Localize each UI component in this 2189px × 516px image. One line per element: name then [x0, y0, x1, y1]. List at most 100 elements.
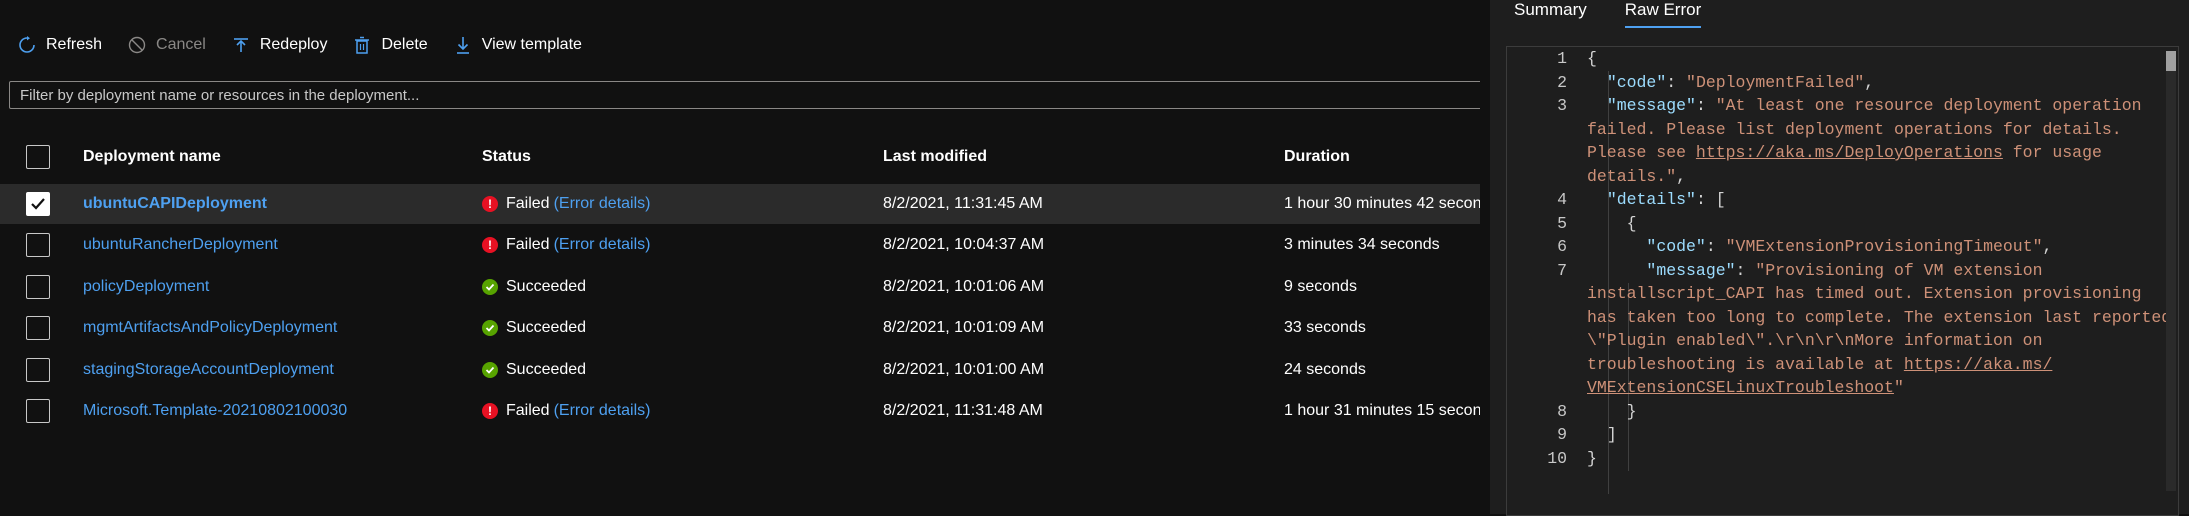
json-key: "message": [1646, 260, 1736, 280]
header-duration: Duration: [1284, 148, 1350, 165]
duration: 3 minutes 34 seconds: [1284, 236, 1440, 253]
scrollbar-thumb[interactable]: [2166, 51, 2176, 71]
table-row[interactable]: policyDeployment Succeeded 8/2/2021, 10:…: [0, 267, 1480, 307]
error-details-panel: Summary Raw Error 1 { 2 "code": "Deployme…: [1490, 0, 2189, 516]
cancel-label: Cancel: [156, 36, 206, 53]
status-cell: ! Failed (Error details): [482, 195, 650, 213]
success-check-icon: [482, 362, 498, 378]
line-number: 5: [1557, 213, 1567, 233]
deployment-name-link[interactable]: ubuntuRancherDeployment: [83, 236, 278, 254]
line-number: 10: [1547, 448, 1567, 468]
status-text: Succeeded: [506, 361, 587, 378]
refresh-label: Refresh: [46, 36, 103, 53]
status-text: Failed: [506, 195, 550, 212]
table-row[interactable]: mgmtArtifactsAndPolicyDeployment Succeed…: [0, 308, 1480, 348]
line-number: 6: [1557, 237, 1567, 256]
status-cell: Succeeded: [482, 278, 586, 296]
select-all-checkbox[interactable]: [26, 145, 50, 169]
last-modified: 8/2/2021, 10:04:37 AM: [883, 236, 1045, 253]
bracket: ]: [1606, 425, 1617, 444]
last-modified: 8/2/2021, 10:01:09 AM: [883, 319, 1045, 336]
delete-button[interactable]: Delete: [353, 36, 428, 54]
code-text: {: [1587, 212, 1637, 236]
tab-raw-error[interactable]: Raw Error: [1624, 0, 1701, 28]
json-value: installscript_CAPI has timed out. Extens…: [1587, 284, 2142, 303]
line-number: 7: [1557, 260, 1567, 280]
refresh-button[interactable]: Refresh: [18, 36, 102, 54]
row-checkbox[interactable]: [26, 233, 50, 257]
row-checkbox[interactable]: [26, 399, 50, 423]
error-icon: !: [482, 403, 498, 419]
download-icon: [456, 37, 469, 54]
view-template-label: View template: [481, 36, 582, 53]
table-header: Deployment name Status Last modified Dur…: [0, 145, 1480, 171]
url-link[interactable]: VMExtensionCSELinuxTroubleshoot: [1587, 378, 1894, 397]
redeploy-button[interactable]: Redeploy: [232, 36, 328, 54]
deployment-name-link[interactable]: mgmtArtifactsAndPolicyDeployment: [83, 319, 337, 337]
json-value: ": [1893, 378, 1904, 397]
redeploy-label: Redeploy: [259, 36, 328, 53]
duration: 24 seconds: [1284, 361, 1366, 378]
row-checkbox[interactable]: [26, 316, 50, 340]
row-checkbox[interactable]: [26, 358, 50, 382]
code-text: details.",: [1587, 166, 1687, 186]
code-text: {: [1587, 49, 1597, 68]
error-details-link[interactable]: (Error details): [554, 195, 651, 213]
status-cell: Succeeded: [482, 361, 586, 379]
refresh-icon: [19, 36, 35, 53]
view-template-button[interactable]: View template: [454, 36, 582, 54]
json-value: "VMExtensionProvisioningTimeout": [1725, 237, 2043, 256]
header-name: Deployment name: [83, 148, 221, 165]
code-text: "code": "DeploymentFailed",: [1606, 72, 1875, 92]
duration: 1 hour 31 minutes 15 seconds: [1284, 402, 1480, 419]
header-status: Status: [482, 148, 531, 165]
table-row[interactable]: ubuntuRancherDeployment ! Failed (Error …: [0, 225, 1480, 265]
code-text: "message": "Provisioning of VM extension: [1646, 260, 2043, 280]
panel-tabs: Summary Raw Error: [1514, 0, 1739, 30]
last-modified: 8/2/2021, 10:01:06 AM: [883, 278, 1045, 295]
status-cell: ! Failed (Error details): [482, 402, 650, 420]
code-text: troubleshooting is available at https://…: [1587, 353, 2052, 377]
last-modified: 8/2/2021, 11:31:45 AM: [883, 195, 1043, 212]
url-link[interactable]: https://aka.ms/DeployOperations: [1696, 143, 2003, 162]
json-editor[interactable]: 1 { 2 "code": "DeploymentFailed", 3 "mess…: [1506, 46, 2179, 516]
status-text: Succeeded: [506, 319, 587, 336]
line-number: 2: [1557, 72, 1567, 92]
error-details-link[interactable]: (Error details): [554, 236, 651, 254]
json-value: troubleshooting is available at: [1587, 354, 1904, 374]
deployment-name-link[interactable]: Microsoft.Template-20210802100030: [83, 402, 347, 420]
json-value: \"Plugin enabled\".\r\n\r\nMore informat…: [1587, 331, 2043, 350]
json-key: "message": [1606, 96, 1696, 115]
row-checkbox[interactable]: [26, 192, 50, 216]
status-cell: ! Failed (Error details): [482, 236, 650, 254]
tab-summary[interactable]: Summary: [1514, 0, 1587, 24]
trash-icon: [355, 36, 370, 54]
filter-input[interactable]: [9, 81, 1480, 109]
deployment-name-link[interactable]: stagingStorageAccountDeployment: [83, 361, 334, 379]
status-text: Failed: [506, 236, 550, 253]
cancel-button[interactable]: Cancel: [128, 36, 206, 54]
row-checkbox[interactable]: [26, 275, 50, 299]
error-details-link[interactable]: (Error details): [554, 402, 651, 420]
table-row[interactable]: ubuntuCAPIDeployment ! Failed (Error det…: [0, 184, 1480, 224]
status-cell: Succeeded: [482, 319, 586, 337]
editor-scrollbar[interactable]: [2166, 51, 2176, 491]
code-text: Please see https://aka.ms/DeployOperatio…: [1587, 141, 2102, 165]
status-text: Failed: [506, 402, 550, 419]
error-icon: !: [482, 196, 498, 212]
deployment-name-link[interactable]: policyDeployment: [83, 278, 209, 296]
json-value: failed. Please list deployment operation…: [1587, 119, 2122, 139]
deployments-pane: Refresh Cancel Redeploy Delete View temp…: [0, 0, 1480, 514]
status-text: Succeeded: [506, 278, 587, 295]
line-number: 1: [1557, 49, 1567, 68]
line-number: 4: [1557, 190, 1567, 209]
duration: 9 seconds: [1284, 278, 1357, 295]
toolbar: Refresh Cancel Redeploy Delete View temp…: [18, 30, 608, 60]
success-check-icon: [482, 320, 498, 336]
url-link[interactable]: https://aka.ms/: [1904, 355, 2053, 374]
code-text: ]: [1587, 423, 1617, 447]
brace: }: [1626, 401, 1637, 421]
table-row[interactable]: stagingStorageAccountDeployment Succeede…: [0, 350, 1480, 390]
deployment-name-link[interactable]: ubuntuCAPIDeployment: [83, 195, 267, 213]
table-row[interactable]: Microsoft.Template-20210802100030 ! Fail…: [0, 391, 1480, 431]
